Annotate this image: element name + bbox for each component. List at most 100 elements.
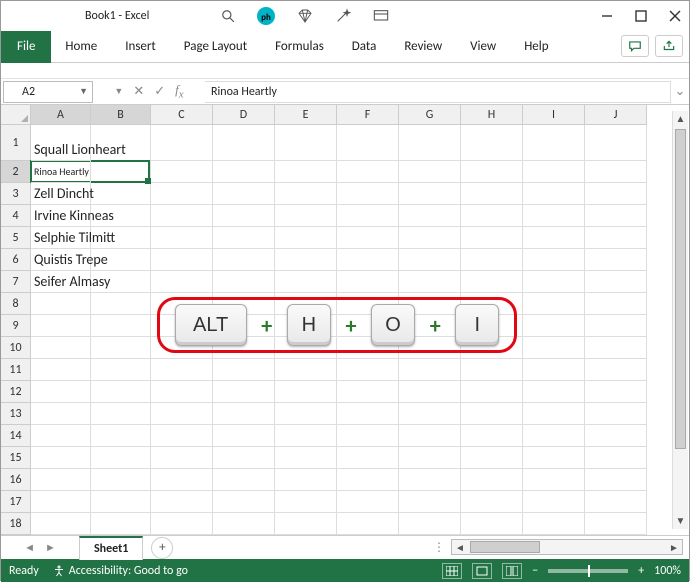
cell[interactable] — [585, 183, 647, 205]
cell[interactable]: Quistis Trepe — [31, 249, 91, 271]
cancel-icon[interactable]: ✕ — [133, 84, 144, 99]
cells-area[interactable]: ALT + H + O + I Squall LionheartRinoa He… — [31, 125, 689, 535]
scroll-right-icon[interactable]: ► — [666, 541, 682, 554]
col-header-A[interactable]: A — [31, 105, 91, 125]
cell[interactable] — [337, 491, 399, 513]
cell[interactable] — [151, 513, 213, 535]
enter-icon[interactable]: ✓ — [154, 84, 165, 99]
cell[interactable] — [91, 337, 151, 359]
cell[interactable] — [585, 337, 647, 359]
cell[interactable] — [91, 491, 151, 513]
cell[interactable] — [523, 161, 585, 183]
cell[interactable] — [213, 249, 275, 271]
cell[interactable] — [213, 271, 275, 293]
cell[interactable] — [31, 337, 91, 359]
select-all-corner[interactable] — [1, 105, 31, 125]
cell[interactable] — [585, 125, 647, 161]
cell[interactable] — [585, 381, 647, 403]
cell[interactable] — [461, 125, 523, 161]
cell[interactable] — [337, 381, 399, 403]
cell[interactable] — [399, 227, 461, 249]
cell[interactable] — [275, 381, 337, 403]
chevron-down-icon[interactable]: ▼ — [79, 86, 88, 97]
cell[interactable] — [31, 447, 91, 469]
cell[interactable] — [213, 403, 275, 425]
share-button[interactable] — [655, 35, 683, 57]
expand-formula-bar-icon[interactable]: ⌄ — [671, 84, 689, 99]
cell[interactable] — [461, 161, 523, 183]
cell[interactable] — [585, 271, 647, 293]
cell[interactable] — [399, 425, 461, 447]
cell[interactable] — [337, 161, 399, 183]
cell[interactable] — [91, 315, 151, 337]
cell[interactable] — [461, 513, 523, 535]
cell[interactable] — [213, 513, 275, 535]
cell[interactable] — [461, 381, 523, 403]
tab-data[interactable]: Data — [338, 31, 391, 63]
cell[interactable] — [151, 227, 213, 249]
cell[interactable] — [275, 403, 337, 425]
row-header[interactable]: 17 — [1, 491, 31, 513]
tab-home[interactable]: Home — [51, 31, 111, 63]
cell[interactable] — [461, 447, 523, 469]
col-header-H[interactable]: H — [461, 105, 523, 125]
cell[interactable] — [523, 227, 585, 249]
cell[interactable] — [399, 447, 461, 469]
cell[interactable]: Squall Lionheart — [31, 125, 91, 161]
cell[interactable] — [31, 469, 91, 491]
cell[interactable] — [213, 161, 275, 183]
cell[interactable] — [151, 469, 213, 491]
cell[interactable] — [151, 381, 213, 403]
sheet-nav[interactable]: ◄► — [1, 541, 79, 554]
cell[interactable]: Seifer Almasy — [31, 271, 91, 293]
cell[interactable] — [399, 161, 461, 183]
cell[interactable] — [585, 425, 647, 447]
row-header[interactable]: 8 — [1, 293, 31, 315]
cell[interactable] — [461, 425, 523, 447]
cell[interactable]: Irvine Kinneas — [31, 205, 91, 227]
col-header-B[interactable]: B — [91, 105, 151, 125]
zoom-level[interactable]: 100% — [654, 564, 681, 578]
col-header-J[interactable]: J — [585, 105, 647, 125]
tab-review[interactable]: Review — [390, 31, 456, 63]
cell[interactable] — [151, 271, 213, 293]
scroll-up-icon[interactable]: ▲ — [673, 111, 688, 127]
cell[interactable] — [91, 293, 151, 315]
name-box[interactable]: A2 ▼ — [3, 81, 93, 103]
cell[interactable] — [523, 403, 585, 425]
cell[interactable] — [337, 403, 399, 425]
row-header[interactable]: 1 — [1, 125, 31, 161]
cell[interactable] — [585, 403, 647, 425]
cell[interactable] — [523, 293, 585, 315]
cell[interactable] — [461, 183, 523, 205]
cell[interactable] — [213, 425, 275, 447]
cell[interactable] — [337, 469, 399, 491]
row-header[interactable]: 6 — [1, 249, 31, 271]
tab-formulas[interactable]: Formulas — [261, 31, 338, 63]
cell[interactable] — [461, 271, 523, 293]
cell[interactable] — [91, 403, 151, 425]
col-header-E[interactable]: E — [275, 105, 337, 125]
diamond-icon[interactable] — [297, 8, 313, 24]
wand-icon[interactable] — [335, 8, 351, 24]
cell[interactable] — [337, 513, 399, 535]
cell[interactable] — [151, 125, 213, 161]
cell[interactable] — [399, 205, 461, 227]
cell[interactable] — [461, 249, 523, 271]
tab-insert[interactable]: Insert — [111, 31, 170, 63]
cell[interactable] — [585, 293, 647, 315]
cell[interactable] — [523, 271, 585, 293]
cell[interactable] — [31, 315, 91, 337]
cell[interactable] — [337, 183, 399, 205]
cell[interactable] — [399, 403, 461, 425]
cell[interactable] — [275, 125, 337, 161]
cell[interactable] — [523, 491, 585, 513]
cell[interactable] — [585, 315, 647, 337]
cell[interactable] — [523, 125, 585, 161]
cell[interactable] — [585, 447, 647, 469]
tab-file[interactable]: File — [1, 31, 51, 63]
cell[interactable] — [31, 381, 91, 403]
cell[interactable] — [523, 337, 585, 359]
formula-input[interactable]: Rinoa Heartly — [205, 81, 671, 103]
cell[interactable] — [523, 447, 585, 469]
